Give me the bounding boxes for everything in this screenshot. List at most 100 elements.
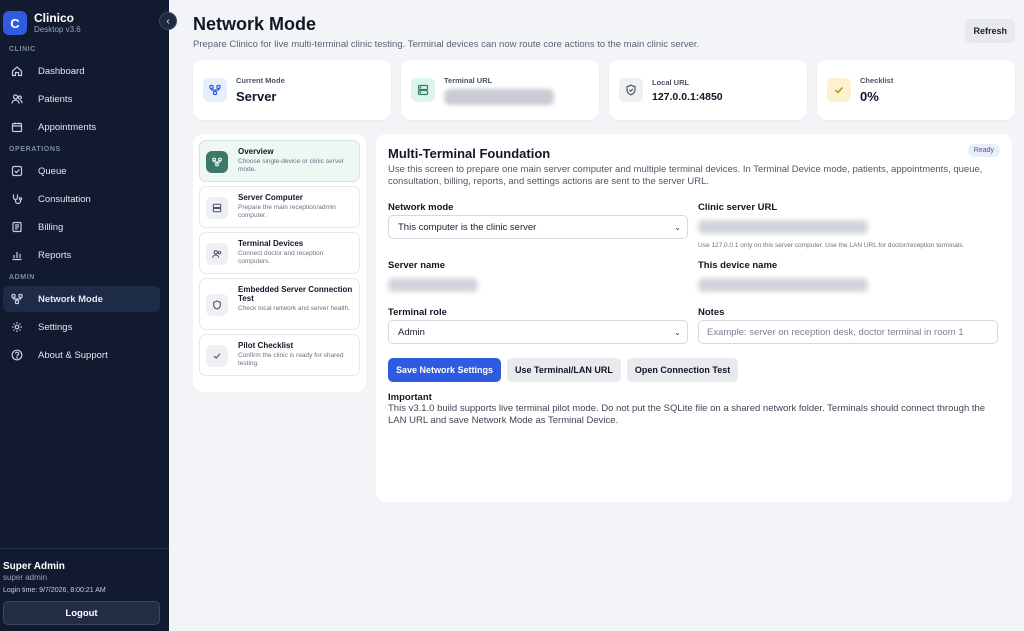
network-mode-select[interactable]: This computer is the clinic server ⌄ bbox=[388, 215, 688, 239]
network-icon bbox=[206, 151, 228, 173]
field-label: Clinic server URL bbox=[698, 202, 778, 213]
stat-terminal-url: Terminal URL bbox=[401, 60, 599, 120]
current-mode-value: Server bbox=[236, 89, 277, 104]
chevron-down-icon: ⌄ bbox=[674, 222, 681, 232]
local-url-value: 127.0.0.1:4850 bbox=[652, 90, 723, 103]
users-icon bbox=[11, 93, 23, 105]
checklist-value: 0% bbox=[860, 89, 879, 104]
sidebar-item-label: Patients bbox=[38, 93, 73, 105]
sidebar-item-label: Network Mode bbox=[38, 293, 103, 305]
field-label: This device name bbox=[698, 260, 778, 271]
user-name: Super Admin bbox=[3, 561, 65, 572]
sidebar-item-label: Settings bbox=[38, 321, 73, 333]
step-connection-test[interactable]: Embedded Server Connection Test Check lo… bbox=[199, 278, 360, 330]
step-description: Choose single-device or clinic server mo… bbox=[238, 158, 344, 173]
calendar-icon bbox=[11, 121, 23, 133]
save-network-settings-button[interactable]: Save Network Settings bbox=[388, 358, 502, 382]
brand: C Clinico Desktop v3.6 bbox=[0, 0, 169, 38]
page-title: Network Mode bbox=[193, 14, 317, 34]
network-form: Network mode This computer is the clinic… bbox=[388, 202, 1000, 354]
receipt-icon bbox=[11, 221, 23, 233]
field-label: Server name bbox=[388, 260, 446, 271]
step-description: Check local network and server health. bbox=[238, 305, 351, 312]
stats-row: Current Mode Server Terminal URL Local U… bbox=[193, 60, 1015, 120]
step-server-computer[interactable]: Server Computer Prepare the main recepti… bbox=[199, 186, 360, 228]
multi-terminal-panel: Multi-Terminal Foundation Ready Use this… bbox=[376, 134, 1012, 502]
panel-description: Use this screen to prepare one main serv… bbox=[388, 164, 983, 187]
sidebar-item-label: Reports bbox=[38, 249, 72, 261]
step-terminal-devices[interactable]: Terminal Devices Connect doctor and rece… bbox=[199, 232, 360, 274]
sidebar-item-label: Billing bbox=[38, 221, 64, 233]
step-pilot-checklist[interactable]: Pilot Checklist Confirm the clinic is re… bbox=[199, 334, 360, 376]
network-icon bbox=[11, 293, 23, 305]
chevron-down-icon: ⌄ bbox=[674, 327, 681, 337]
important-text: This v3.1.0 build supports live terminal… bbox=[388, 403, 986, 426]
stat-checklist: Checklist 0% bbox=[817, 60, 1015, 120]
important-title: Important bbox=[388, 392, 432, 403]
sidebar-footer: Super Admin super admin Login time: 9/7/… bbox=[0, 548, 169, 631]
help-icon bbox=[11, 349, 23, 361]
server-icon bbox=[206, 197, 228, 219]
open-connection-test-button[interactable]: Open Connection Test bbox=[626, 358, 739, 382]
step-title: Pilot Checklist bbox=[238, 341, 294, 350]
step-title: Terminal Devices bbox=[238, 239, 304, 248]
section-label-operations: OPERATIONS bbox=[9, 146, 61, 153]
shield-icon bbox=[619, 78, 643, 102]
sidebar-item-label: Dashboard bbox=[38, 65, 85, 77]
terminal-role-select[interactable]: Admin ⌄ bbox=[388, 320, 688, 344]
sidebar-item-settings[interactable]: Settings bbox=[3, 314, 160, 340]
sidebar-item-label: Consultation bbox=[38, 193, 91, 205]
step-description: Prepare the main reception/admin compute… bbox=[238, 204, 336, 219]
terminal-url-value-redacted bbox=[444, 88, 554, 105]
sidebar-item-consultation[interactable]: Consultation bbox=[3, 186, 160, 212]
stat-label: Checklist bbox=[860, 76, 894, 85]
app-version: Desktop v3.6 bbox=[34, 24, 81, 34]
shield-icon bbox=[206, 294, 228, 316]
stat-current-mode: Current Mode Server bbox=[193, 60, 391, 120]
step-overview[interactable]: Overview Choose single-device or clinic … bbox=[199, 140, 360, 182]
field-label: Terminal role bbox=[388, 307, 447, 318]
refresh-button[interactable]: Refresh bbox=[965, 19, 1015, 43]
network-mode-value: This computer is the clinic server bbox=[398, 221, 537, 233]
sidebar-item-dashboard[interactable]: Dashboard bbox=[3, 58, 160, 84]
step-title: Server Computer bbox=[238, 193, 303, 202]
sidebar-item-reports[interactable]: Reports bbox=[3, 242, 160, 268]
step-description: Connect doctor and reception computers. bbox=[238, 250, 324, 265]
sidebar-item-label: Queue bbox=[38, 165, 67, 177]
gear-icon bbox=[11, 321, 23, 333]
panel-title: Multi-Terminal Foundation bbox=[388, 146, 551, 161]
stat-label: Local URL bbox=[652, 77, 690, 87]
network-icon bbox=[203, 78, 227, 102]
field-help: Use 127.0.0.1 only on this server comput… bbox=[698, 242, 965, 249]
stethoscope-icon bbox=[11, 193, 23, 205]
home-icon bbox=[11, 65, 23, 77]
device-name-input[interactable] bbox=[698, 273, 998, 297]
terminal-role-value: Admin bbox=[398, 326, 425, 338]
users-icon bbox=[206, 243, 228, 265]
brand-name: Clinico bbox=[34, 10, 75, 25]
sidebar-item-about-support[interactable]: About & Support bbox=[3, 342, 160, 368]
sidebar-item-appointments[interactable]: Appointments bbox=[3, 114, 160, 140]
sidebar-item-network-mode[interactable]: Network Mode bbox=[3, 286, 160, 312]
server-icon bbox=[411, 78, 435, 102]
app-window: C Clinico Desktop v3.6 ‹ CLINIC Dashboar… bbox=[0, 0, 1024, 631]
logout-button[interactable]: Logout bbox=[3, 601, 160, 625]
sidebar-item-patients[interactable]: Patients bbox=[3, 86, 160, 112]
content-area: Overview Choose single-device or clinic … bbox=[193, 134, 1015, 502]
clinic-server-url-input[interactable] bbox=[698, 215, 998, 239]
page-subtitle: Prepare Clinico for live multi-terminal … bbox=[193, 39, 700, 50]
sidebar: C Clinico Desktop v3.6 ‹ CLINIC Dashboar… bbox=[0, 0, 177, 631]
important-note: Important This v3.1.0 build supports liv… bbox=[388, 392, 1000, 427]
server-name-input[interactable] bbox=[388, 273, 688, 297]
field-label: Notes bbox=[698, 307, 725, 318]
sidebar-item-queue[interactable]: Queue bbox=[3, 158, 160, 184]
use-lan-url-button[interactable]: Use Terminal/LAN URL bbox=[507, 358, 621, 382]
stat-local-url: Local URL 127.0.0.1:4850 bbox=[609, 60, 807, 120]
notes-input[interactable]: Example: server on reception desk, docto… bbox=[698, 320, 998, 344]
bar-chart-icon bbox=[11, 249, 23, 261]
stat-label: Terminal URL bbox=[444, 75, 493, 85]
sidebar-item-label: About & Support bbox=[38, 349, 108, 361]
login-time: Login time: 9/7/2026, 8:00:21 AM bbox=[3, 587, 106, 594]
field-label: Network mode bbox=[388, 202, 454, 213]
sidebar-item-billing[interactable]: Billing bbox=[3, 214, 160, 240]
